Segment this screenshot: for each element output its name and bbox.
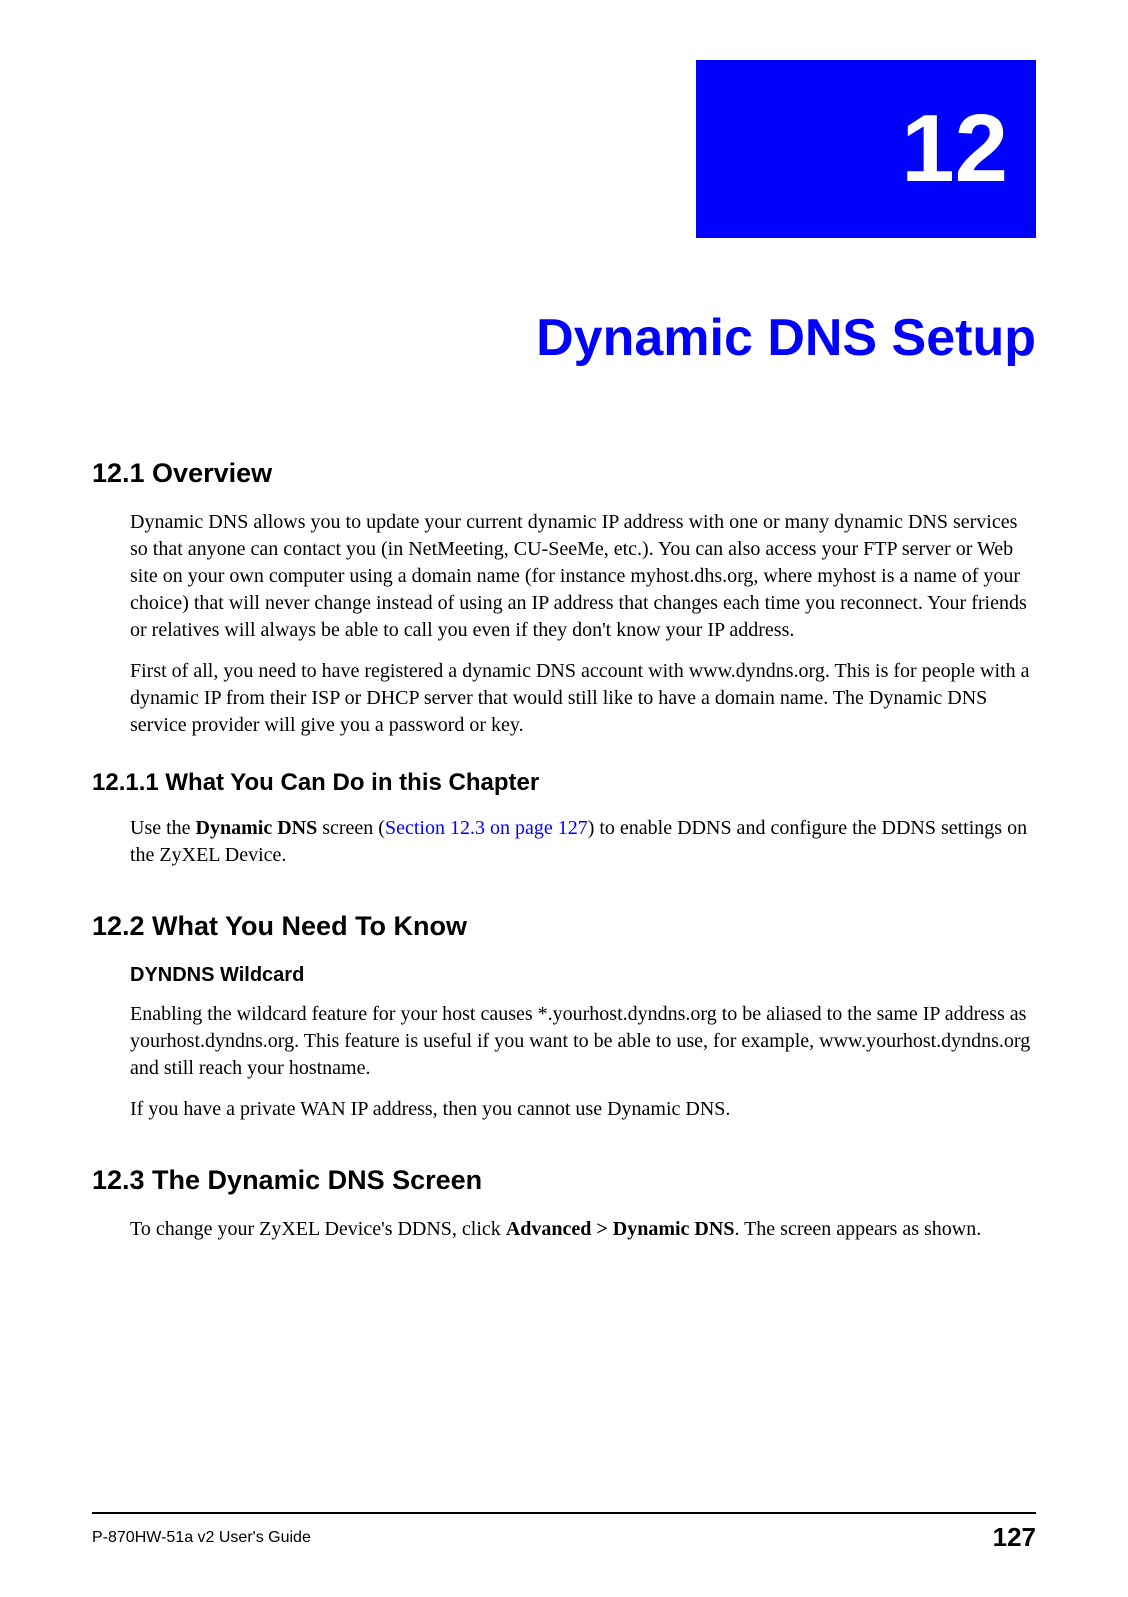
heading-12-1: 12.1 Overview (92, 458, 1036, 489)
bold-nav-path: Advanced > Dynamic DNS (506, 1218, 735, 1240)
heading-12-1-1: 12.1.1 What You Can Do in this Chapter (92, 769, 1036, 797)
heading-dyndns-wildcard: DYNDNS Wildcard (130, 964, 1036, 987)
footer-page-number: 127 (993, 1522, 1036, 1553)
chapter-number: 12 (901, 101, 1008, 197)
page-container: 12 Dynamic DNS Setup 12.1 Overview Dynam… (0, 0, 1128, 1597)
para-12-1-1: Use the Dynamic DNS screen (Section 12.3… (130, 815, 1036, 869)
text-fragment: screen ( (317, 817, 385, 839)
para-12-3: To change your ZyXEL Device's DDNS, clic… (130, 1216, 1036, 1243)
chapter-number-box: 12 (696, 60, 1036, 238)
para-12-2-b: If you have a private WAN IP address, th… (130, 1096, 1036, 1123)
para-12-1-a: Dynamic DNS allows you to update your cu… (130, 509, 1036, 644)
para-12-1-b: First of all, you need to have registere… (130, 658, 1036, 739)
page-footer: P-870HW-51a v2 User's Guide 127 (92, 1512, 1036, 1553)
heading-12-2: 12.2 What You Need To Know (92, 911, 1036, 942)
text-fragment: Use the (130, 817, 196, 839)
footer-guide-name: P-870HW-51a v2 User's Guide (92, 1529, 311, 1547)
heading-12-3: 12.3 The Dynamic DNS Screen (92, 1165, 1036, 1196)
chapter-title: Dynamic DNS Setup (92, 308, 1036, 368)
bold-dynamic-dns: Dynamic DNS (196, 817, 318, 839)
text-fragment: . The screen appears as shown. (734, 1218, 981, 1240)
para-12-2-a: Enabling the wildcard feature for your h… (130, 1001, 1036, 1082)
text-fragment: To change your ZyXEL Device's DDNS, clic… (130, 1218, 506, 1240)
xref-link-12-3[interactable]: Section 12.3 on page 127 (385, 817, 588, 839)
